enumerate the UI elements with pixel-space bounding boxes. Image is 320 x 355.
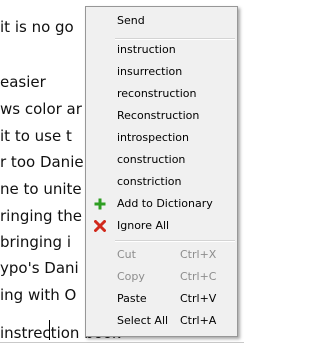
menu-item-send[interactable]: Send: [86, 11, 237, 31]
menu-item-label: Ignore All: [117, 219, 170, 232]
menu-item-shortcut: Ctrl+A: [180, 314, 217, 327]
suggestion-label: Reconstruction: [117, 109, 200, 122]
menu-item-shortcut: Ctrl+C: [180, 270, 217, 283]
menu-item-label: Add to Dictionary: [117, 197, 213, 210]
document-line: ringing the: [0, 207, 82, 225]
menu-item-ignore-all[interactable]: Ignore All: [86, 216, 237, 236]
document-line: bringing i: [0, 233, 72, 251]
suggestion-item[interactable]: instruction: [86, 40, 237, 60]
document-line: r too Danie: [0, 153, 84, 171]
suggestion-label: construction: [117, 153, 186, 166]
divider: [0, 342, 244, 343]
menu-item-label: Send: [117, 14, 145, 27]
suggestion-label: insurrection: [117, 65, 183, 78]
menu-item-cut[interactable]: Cut Ctrl+X: [86, 245, 237, 265]
menu-item-label: Cut: [117, 248, 136, 261]
menu-item-add-to-dictionary[interactable]: Add to Dictionary: [86, 194, 237, 214]
suggestion-item[interactable]: reconstruction: [86, 84, 237, 104]
plus-icon: [94, 198, 106, 210]
menu-item-label: Copy: [117, 270, 145, 283]
document-line: ing with O: [0, 286, 77, 304]
suggestion-item[interactable]: construction: [86, 150, 237, 170]
menu-item-paste[interactable]: Paste Ctrl+V: [86, 289, 237, 309]
document-line: it is no go: [0, 18, 74, 36]
menu-item-shortcut: Ctrl+V: [180, 292, 217, 305]
menu-item-label: Paste: [117, 292, 147, 305]
document-line: ne to unite: [0, 180, 82, 198]
spellcheck-context-menu: Send instruction insurrection reconstruc…: [85, 6, 238, 337]
x-icon: [94, 220, 106, 232]
document-line: ws color ar: [0, 100, 82, 118]
suggestion-item[interactable]: introspection: [86, 128, 237, 148]
suggestion-label: introspection: [117, 131, 189, 144]
menu-item-copy[interactable]: Copy Ctrl+C: [86, 267, 237, 287]
text-caret: [49, 320, 50, 340]
document-line: easier: [0, 73, 46, 91]
menu-separator: [115, 240, 235, 242]
suggestion-item[interactable]: Reconstruction: [86, 106, 237, 126]
suggestion-label: constriction: [117, 175, 182, 188]
suggestion-item[interactable]: constriction: [86, 172, 237, 192]
suggestion-label: reconstruction: [117, 87, 197, 100]
menu-item-shortcut: Ctrl+X: [180, 248, 217, 261]
suggestion-label: instruction: [117, 43, 176, 56]
menu-item-label: Select All: [117, 314, 169, 327]
menu-item-select-all[interactable]: Select All Ctrl+A: [86, 311, 237, 331]
document-line: it to use t: [0, 127, 72, 145]
suggestion-item[interactable]: insurrection: [86, 62, 237, 82]
document-line: ypo's Dani: [0, 259, 79, 277]
